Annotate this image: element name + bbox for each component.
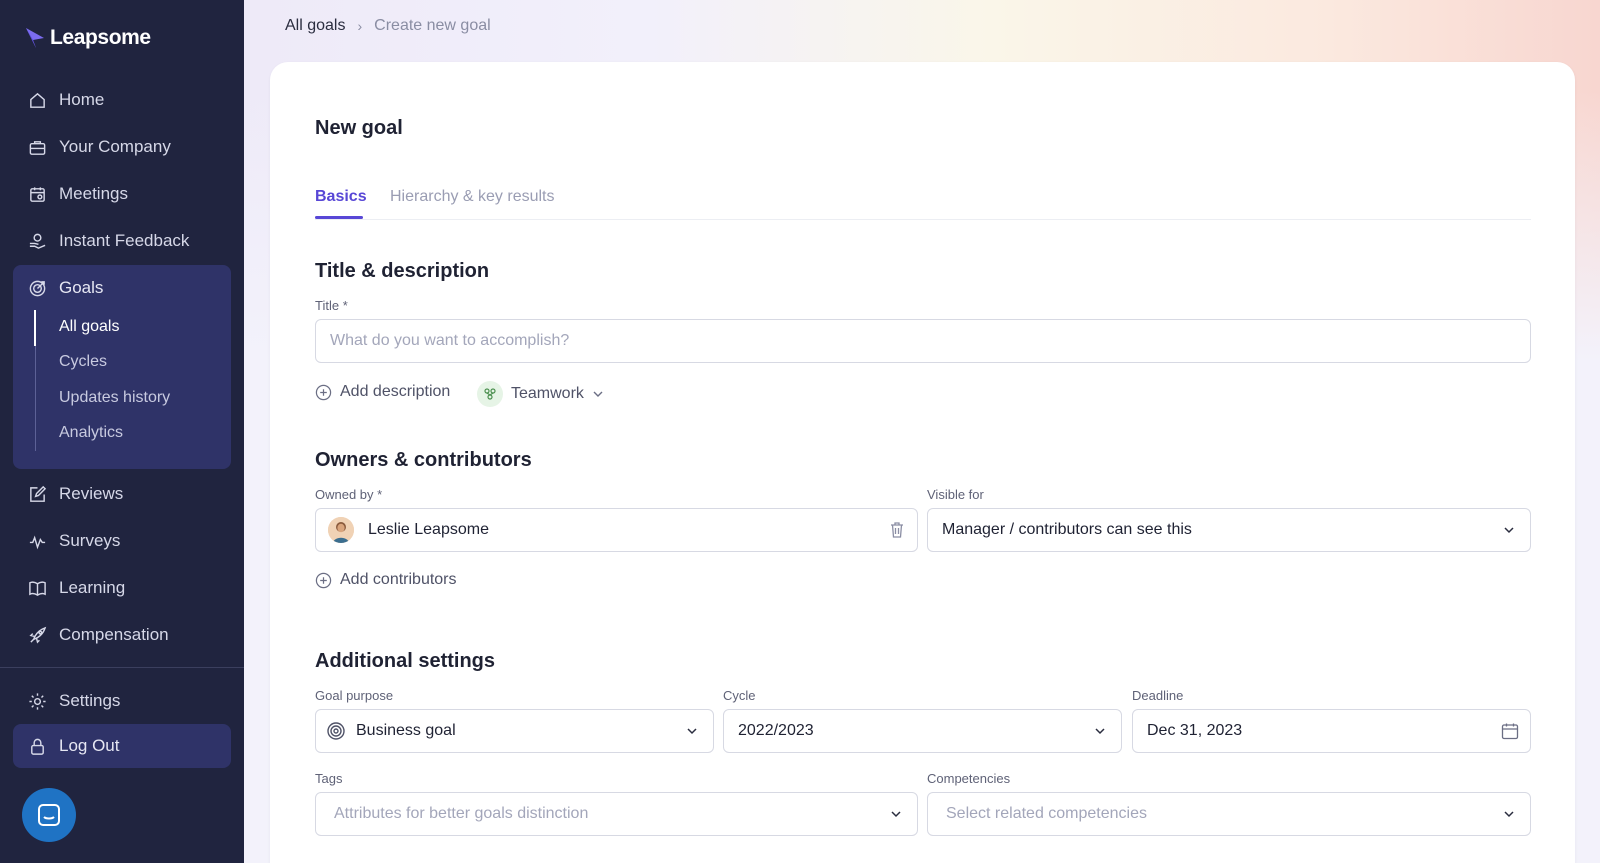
- lock-icon: [31, 738, 44, 755]
- title-label: Title *: [315, 298, 348, 313]
- avatar: [328, 517, 354, 543]
- leapsome-logo[interactable]: Leapsome: [24, 26, 151, 50]
- calendar-icon[interactable]: [1500, 721, 1520, 741]
- owner-name: Leslie Leapsome: [368, 521, 489, 538]
- teamwork-icon: [477, 381, 503, 407]
- visibility-select[interactable]: Manager / contributors can see this: [927, 508, 1531, 552]
- tabs-divider: [315, 219, 1531, 220]
- sidebar-item-learning[interactable]: Learning: [28, 576, 125, 600]
- competencies-label: Competencies: [927, 771, 1011, 786]
- sidebar: Leapsome Home Your Company Meetings Inst…: [0, 0, 244, 863]
- sidebar-item-label: Compensation: [59, 625, 169, 644]
- sidebar-item-label: Your Company: [59, 137, 171, 156]
- book-icon: [29, 580, 46, 596]
- chevron-down-icon: [687, 728, 697, 735]
- sidebar-item-home[interactable]: Home: [28, 88, 104, 112]
- sidebar-item-label: Learning: [59, 578, 126, 597]
- goal-purpose-value: Business goal: [356, 722, 456, 739]
- tags-label: Tags: [315, 771, 343, 786]
- logout-label: Log Out: [59, 736, 120, 755]
- pulse-icon: [29, 535, 46, 549]
- subnav-item-updates-history[interactable]: Updates history: [59, 389, 170, 407]
- breadcrumb: All goals › Create new goal: [285, 17, 491, 35]
- cycle-value: 2022/2023: [738, 722, 814, 739]
- sidebar-item-label: Home: [59, 90, 105, 109]
- cycle-label: Cycle: [723, 688, 756, 703]
- chevron-down-icon: [593, 391, 603, 397]
- sidebar-item-your-company[interactable]: Your Company: [28, 135, 171, 159]
- visible-for-label: Visible for: [927, 487, 984, 502]
- target-icon: [29, 280, 46, 296]
- competencies-placeholder: Select related competencies: [946, 805, 1147, 822]
- sidebar-item-instant-feedback[interactable]: Instant Feedback: [28, 229, 189, 253]
- subnav-item-analytics[interactable]: Analytics: [59, 424, 123, 442]
- title-placeholder: What do you want to accomplish?: [330, 332, 570, 349]
- competencies-select[interactable]: Select related competencies: [927, 792, 1531, 836]
- chevron-down-icon: [1504, 811, 1514, 818]
- trash-icon[interactable]: [887, 520, 907, 540]
- sidebar-item-settings[interactable]: Settings: [28, 689, 120, 713]
- feedback-hand-icon: [29, 233, 46, 249]
- visibility-value: Manager / contributors can see this: [942, 521, 1192, 538]
- deadline-value: Dec 31, 2023: [1147, 722, 1243, 739]
- sidebar-item-compensation[interactable]: Compensation: [28, 623, 169, 647]
- logo-text: Leapsome: [50, 26, 151, 49]
- chevron-down-icon: [891, 811, 901, 818]
- section-title-additional: Additional settings: [315, 650, 495, 672]
- tags-select[interactable]: Attributes for better goals distinction: [315, 792, 918, 836]
- deadline-label: Deadline: [1132, 688, 1184, 703]
- sidebar-item-goals[interactable]: Goals: [28, 276, 103, 300]
- cycle-select[interactable]: 2022/2023: [723, 709, 1122, 753]
- category-selector[interactable]: Teamwork: [477, 381, 604, 407]
- edit-icon: [30, 485, 47, 502]
- chevron-down-icon: [1095, 728, 1105, 735]
- page-title: New goal: [315, 117, 403, 139]
- add-description-button[interactable]: Add description: [315, 383, 450, 401]
- plus-circle-icon: [315, 384, 332, 400]
- tab-basics[interactable]: Basics: [315, 188, 367, 206]
- home-icon: [30, 92, 45, 108]
- sidebar-item-meetings[interactable]: Meetings: [28, 182, 128, 206]
- sidebar-item-label: Goals: [59, 278, 104, 297]
- sidebar-item-surveys[interactable]: Surveys: [28, 529, 120, 553]
- goal-purpose-select[interactable]: Business goal: [315, 709, 714, 753]
- sidebar-item-label: Instant Feedback: [59, 231, 190, 250]
- breadcrumb-all-goals[interactable]: All goals: [285, 17, 345, 35]
- chat-support-button[interactable]: [22, 788, 76, 842]
- sidebar-item-label: Surveys: [59, 531, 121, 550]
- tags-placeholder: Attributes for better goals distinction: [334, 805, 589, 822]
- sidebar-divider: [0, 667, 244, 668]
- deadline-field[interactable]: Dec 31, 2023: [1132, 709, 1531, 753]
- subnav-item-cycles[interactable]: Cycles: [59, 353, 107, 371]
- add-contributors-label: Add contributors: [340, 571, 457, 588]
- tab-hierarchy-key-results[interactable]: Hierarchy & key results: [390, 188, 555, 206]
- chat-icon: [38, 804, 60, 826]
- rocket-icon: [29, 626, 47, 644]
- breadcrumb-current: Create new goal: [374, 17, 491, 34]
- sidebar-item-label: Settings: [59, 691, 121, 710]
- subnav-active-indicator: [34, 310, 36, 346]
- add-description-label: Add description: [340, 383, 451, 400]
- briefcase-icon: [29, 140, 46, 155]
- subnav-item-all-goals[interactable]: All goals: [59, 318, 119, 336]
- breadcrumb-separator: ›: [357, 18, 363, 34]
- owner-field[interactable]: Leslie Leapsome: [315, 508, 918, 552]
- sidebar-item-label: Meetings: [59, 184, 128, 203]
- goal-purpose-label: Goal purpose: [315, 688, 394, 703]
- gear-icon: [29, 692, 46, 710]
- add-contributors-button[interactable]: Add contributors: [315, 571, 457, 589]
- logout-label-row[interactable]: Log Out: [28, 734, 120, 758]
- section-title-description: Title & description: [315, 260, 490, 282]
- section-title-owners: Owners & contributors: [315, 449, 532, 471]
- sidebar-item-label: Reviews: [59, 484, 124, 503]
- calendar-icon: [30, 186, 45, 202]
- category-label: Teamwork: [511, 385, 584, 402]
- chevron-down-icon: [1504, 527, 1514, 534]
- sidebar-item-reviews[interactable]: Reviews: [28, 482, 123, 506]
- plus-circle-icon: [315, 572, 332, 588]
- title-input[interactable]: What do you want to accomplish?: [315, 319, 1531, 363]
- target-icon: [327, 722, 345, 740]
- owned-by-label: Owned by *: [315, 487, 383, 502]
- leapsome-logo-icon: [26, 28, 44, 48]
